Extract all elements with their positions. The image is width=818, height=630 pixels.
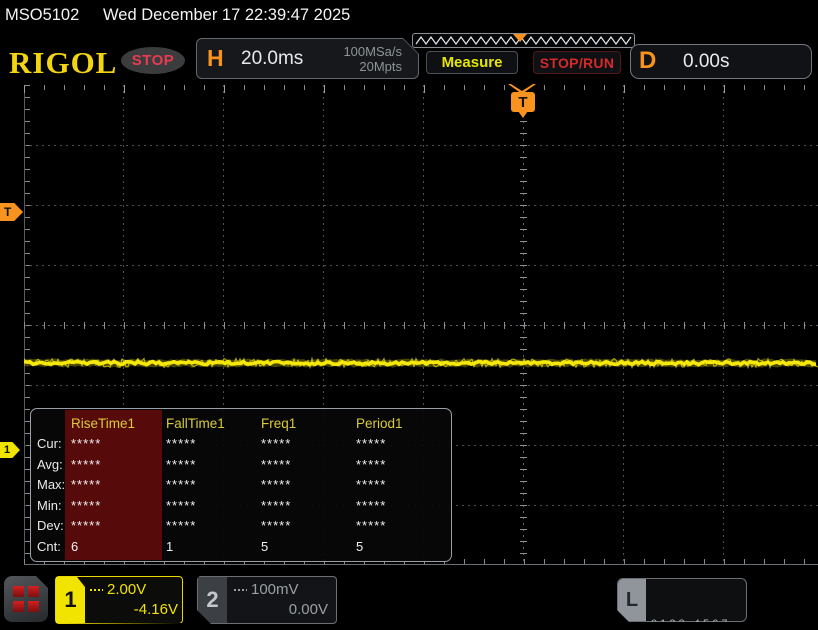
- measure-cell: *****: [162, 518, 257, 533]
- delay-block[interactable]: D 0.00s: [630, 44, 812, 79]
- measure-cell: *****: [257, 457, 352, 472]
- measure-cell: *****: [352, 477, 447, 492]
- measure-cell: *****: [67, 518, 162, 533]
- measure-col-header: RiseTime1: [67, 416, 162, 431]
- delay-icon: D: [639, 47, 656, 75]
- measure-cell: *****: [257, 436, 352, 451]
- model-label: MSO5102: [5, 6, 79, 25]
- measurement-panel: RiseTime1 FallTime1 Freq1 Period1 Cur:**…: [30, 408, 452, 562]
- measure-row-label: Max:: [37, 477, 67, 492]
- measure-cell: *****: [67, 498, 162, 513]
- trigger-position-badge[interactable]: T: [511, 92, 535, 112]
- measure-row-label: Min:: [37, 498, 67, 513]
- measure-table: RiseTime1 FallTime1 Freq1 Period1 Cur:**…: [37, 413, 447, 557]
- logic-analyzer-block[interactable]: L 0 1 2 3 4 5 6 7 8 9 1011 12131415: [617, 578, 747, 622]
- datetime-label: Wed December 17 22:39:47 2025: [103, 6, 350, 25]
- logic-label: L: [618, 579, 646, 621]
- grid-hline: [24, 385, 818, 386]
- measure-cell: *****: [352, 436, 447, 451]
- measure-cell: 1: [162, 539, 257, 554]
- channel1-number: 1: [56, 577, 85, 623]
- stoprun-button[interactable]: STOP/RUN: [533, 51, 621, 74]
- dc-coupling-icon: [234, 589, 247, 591]
- channel2-number: 2: [198, 577, 227, 623]
- measure-cell: 5: [257, 539, 352, 554]
- measure-cell: *****: [352, 518, 447, 533]
- logic-channel-list: 0 1 2 3 4 5 6 7 8 9 1011 12131415: [651, 584, 744, 630]
- titlebar: MSO5102 Wed December 17 22:39:47 2025: [0, 0, 818, 30]
- memory-depth-value: 20Mpts: [359, 59, 402, 74]
- rigol-logo: RIGOL: [9, 45, 117, 81]
- channel2-block[interactable]: 2 100mV 0.00V: [197, 576, 337, 624]
- measure-cell: *****: [162, 457, 257, 472]
- waveform-ch1: [24, 351, 818, 375]
- trigger-level-marker[interactable]: T: [0, 203, 23, 221]
- measure-cell: *****: [352, 498, 447, 513]
- ch1-ground-marker[interactable]: 1: [0, 442, 20, 458]
- delay-value: 0.00s: [683, 51, 729, 73]
- measure-cell: *****: [67, 477, 162, 492]
- measure-col-header: FallTime1: [162, 416, 257, 431]
- measure-cell: *****: [162, 436, 257, 451]
- measure-cell: *****: [162, 477, 257, 492]
- measure-cell: 5: [352, 539, 447, 554]
- logic-digits-row1: 0 1 2 3 4 5 6 7: [651, 616, 744, 630]
- channel1-scale: 2.00V: [107, 581, 146, 598]
- channel2-offset: 0.00V: [234, 601, 328, 618]
- measure-cell: *****: [257, 498, 352, 513]
- quad-squares-icon: [11, 584, 41, 614]
- grid-bottom-edge: [24, 564, 818, 565]
- trigger-position-triangle-inner: [511, 84, 533, 91]
- measure-cell: 6: [67, 539, 162, 554]
- memory-trigger-marker-icon[interactable]: [513, 34, 527, 42]
- dc-coupling-icon: [90, 589, 103, 591]
- measure-row-label: Cnt:: [37, 539, 67, 554]
- measure-col-header: Freq1: [257, 416, 352, 431]
- grid-top-major-ticks: [24, 85, 818, 93]
- measure-row-label: Dev:: [37, 518, 67, 533]
- grid-hline: [24, 145, 818, 146]
- measure-cell: *****: [352, 457, 447, 472]
- measure-cell: *****: [67, 457, 162, 472]
- sample-rate-value: 100MSa/s: [343, 44, 402, 59]
- measure-cell: *****: [257, 518, 352, 533]
- measure-cell: *****: [257, 477, 352, 492]
- run-state-badge[interactable]: STOP: [121, 47, 185, 74]
- grid-hline: [24, 265, 818, 266]
- channel1-offset: -4.16V: [90, 601, 178, 618]
- measure-row-label: Avg:: [37, 457, 67, 472]
- channel2-scale: 100mV: [251, 581, 299, 598]
- horizontal-tab[interactable]: H 20.0ms 100MSa/s 20Mpts: [196, 38, 419, 79]
- grid-center-h-ticks: [24, 322, 818, 329]
- measure-col-header: Period1: [352, 416, 447, 431]
- grid-view-button[interactable]: [4, 576, 48, 622]
- grid-center-v-ticks: [520, 85, 527, 565]
- timebase-value: 20.0ms: [241, 48, 303, 70]
- oscilloscope-screen: MSO5102 Wed December 17 22:39:47 2025 RI…: [0, 0, 818, 630]
- measure-button[interactable]: Measure: [426, 51, 518, 74]
- horizontal-icon: H: [207, 45, 224, 72]
- measure-cell: *****: [67, 436, 162, 451]
- channel1-block[interactable]: 1 2.00V -4.16V: [55, 576, 183, 624]
- grid-hline: [24, 205, 818, 206]
- measure-cell: *****: [162, 498, 257, 513]
- measure-row-label: Cur:: [37, 436, 67, 451]
